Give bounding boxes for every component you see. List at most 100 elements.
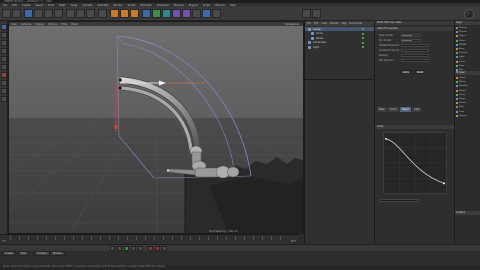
snap-icon[interactable] [1, 88, 7, 94]
browser-item-label[interactable]: Cloner [459, 77, 466, 79]
render-settings-icon[interactable] [130, 9, 139, 18]
browser-item-label[interactable]: Time [459, 111, 464, 113]
browser-item-label[interactable]: Effector [459, 31, 467, 33]
browser-item-label[interactable]: Target [459, 98, 465, 100]
redo-icon[interactable] [12, 9, 21, 18]
z-axis-icon[interactable] [86, 9, 95, 18]
visibility-check-icon[interactable] [362, 41, 364, 44]
browser-item-label[interactable]: Shader [459, 90, 466, 92]
layout-icon[interactable] [302, 9, 311, 18]
enable-axis-icon[interactable] [1, 72, 7, 78]
object-name[interactable]: Landscape [313, 41, 326, 44]
live-selection-icon[interactable] [24, 9, 33, 18]
attribute-value-box[interactable] [401, 54, 429, 57]
browser-item-label[interactable]: Random [459, 85, 468, 87]
render-view-icon[interactable] [110, 9, 119, 18]
object-row[interactable]: Light [305, 45, 374, 49]
object-row[interactable]: Circle [305, 32, 374, 36]
timeline-ruler[interactable] [10, 236, 288, 240]
browser-item-label[interactable]: Sound [459, 102, 466, 104]
polygons-mode-icon[interactable] [1, 64, 7, 70]
browser-item-label[interactable]: Delay [459, 94, 465, 96]
visibility-check-icon[interactable] [362, 37, 364, 39]
browser-item[interactable]: Sky [456, 68, 480, 72]
floor-icon[interactable] [192, 9, 201, 18]
object-name[interactable]: Spline [316, 37, 323, 40]
attribute-slider[interactable] [401, 39, 421, 42]
browser-item-label[interactable]: Sky [459, 69, 463, 71]
edges-mode-icon[interactable] [1, 56, 7, 62]
attribute-tab[interactable]: Caps [412, 107, 422, 112]
attribute-tab[interactable]: Basic [377, 107, 387, 112]
material-menu-tab[interactable]: Edit [18, 251, 29, 256]
attribute-value-box[interactable] [401, 59, 429, 62]
locked-workplane-icon[interactable] [1, 96, 7, 102]
object-row[interactable]: Sweep [305, 27, 374, 31]
browser-item-label[interactable]: Matrix [459, 81, 466, 83]
object-row[interactable]: Landscape [305, 41, 374, 45]
render-picture-viewer-icon[interactable] [120, 9, 129, 18]
browser-item-label[interactable]: Step [459, 106, 464, 108]
object-manager-menu-item[interactable]: File [307, 22, 311, 25]
object-name[interactable]: Circle [316, 32, 323, 35]
object-row[interactable]: Spline [305, 36, 374, 40]
browser-item-label[interactable]: Camera [459, 52, 467, 54]
material-menu-tab[interactable]: Texture [50, 251, 65, 256]
world-coords-icon[interactable] [98, 9, 107, 18]
workplane-icon[interactable] [1, 40, 7, 46]
browser-item-label[interactable]: Scene [459, 61, 465, 63]
x-axis-icon[interactable] [66, 9, 75, 18]
undo-icon[interactable] [2, 9, 11, 18]
material-menu-tab[interactable]: Function [34, 251, 51, 256]
attribute-field[interactable]: Parallel Movement [379, 44, 429, 47]
move-icon[interactable] [34, 9, 43, 18]
object-manager-menu-item[interactable]: Tags [341, 22, 346, 25]
object-manager-menu-item[interactable]: Edit [314, 22, 318, 25]
spline-curve-editor[interactable] [383, 132, 447, 194]
object-manager-menu-item[interactable]: View [321, 22, 326, 25]
rotate-icon[interactable] [54, 9, 63, 18]
subdivision-surface-icon[interactable] [162, 9, 171, 18]
object-manager-menu-item[interactable]: Bookmarks [350, 22, 363, 25]
tweak-icon[interactable] [1, 80, 7, 86]
browser-item[interactable]: Volume [456, 114, 480, 118]
browser-item-label[interactable]: Object [459, 35, 466, 37]
bend-icon[interactable] [182, 9, 191, 18]
timeline[interactable]: 0 F 90 F [0, 234, 298, 244]
browser-item-label[interactable]: Deform [459, 27, 467, 29]
visibility-check-icon[interactable] [362, 28, 364, 30]
attribute-field[interactable]: Banking [379, 54, 429, 57]
attribute-slider[interactable] [401, 34, 421, 37]
attribute-tab[interactable]: Coord. [387, 107, 399, 112]
pen-icon[interactable] [152, 9, 161, 18]
visibility-check-icon[interactable] [362, 46, 364, 48]
scale-icon[interactable] [44, 9, 53, 18]
attribute-value-box[interactable] [401, 49, 429, 52]
attribute-field[interactable]: Start Growth [379, 34, 421, 37]
light-icon[interactable] [212, 9, 221, 18]
browser-item-label[interactable]: Spline [459, 40, 465, 42]
viewport-scene[interactable]: Grid Spacing : 100 cm [9, 26, 304, 234]
browser-item-label[interactable]: Array [459, 48, 465, 50]
points-mode-icon[interactable] [1, 48, 7, 54]
browser-item-label[interactable]: Light [459, 56, 464, 58]
panel-header[interactable]: Content [455, 211, 480, 215]
attribute-tab[interactable]: Object [399, 107, 412, 112]
array-icon[interactable] [172, 9, 181, 18]
attribute-field[interactable]: Rail Direction [379, 59, 429, 62]
browser-item-label[interactable]: NURBS [459, 44, 466, 46]
panel-header[interactable]: Layer [455, 21, 480, 25]
y-axis-icon[interactable] [76, 9, 85, 18]
browser-item-label[interactable]: Volume [459, 115, 467, 117]
object-name[interactable]: Sweep [313, 28, 321, 31]
reset-button[interactable]: Reset [415, 70, 425, 74]
perspective-viewport[interactable]: View Cameras Display Options Filter Panel Pers… [8, 21, 304, 234]
cube-icon[interactable] [142, 9, 151, 18]
visibility-check-icon[interactable] [362, 32, 364, 35]
layer-icon[interactable] [312, 9, 321, 18]
curve-value-box[interactable] [379, 199, 419, 202]
attribute-value-box[interactable] [401, 44, 429, 47]
model-mode-icon[interactable] [1, 24, 7, 30]
curve-field[interactable] [379, 199, 419, 202]
object-manager-menu-item[interactable]: Objects [330, 22, 339, 25]
